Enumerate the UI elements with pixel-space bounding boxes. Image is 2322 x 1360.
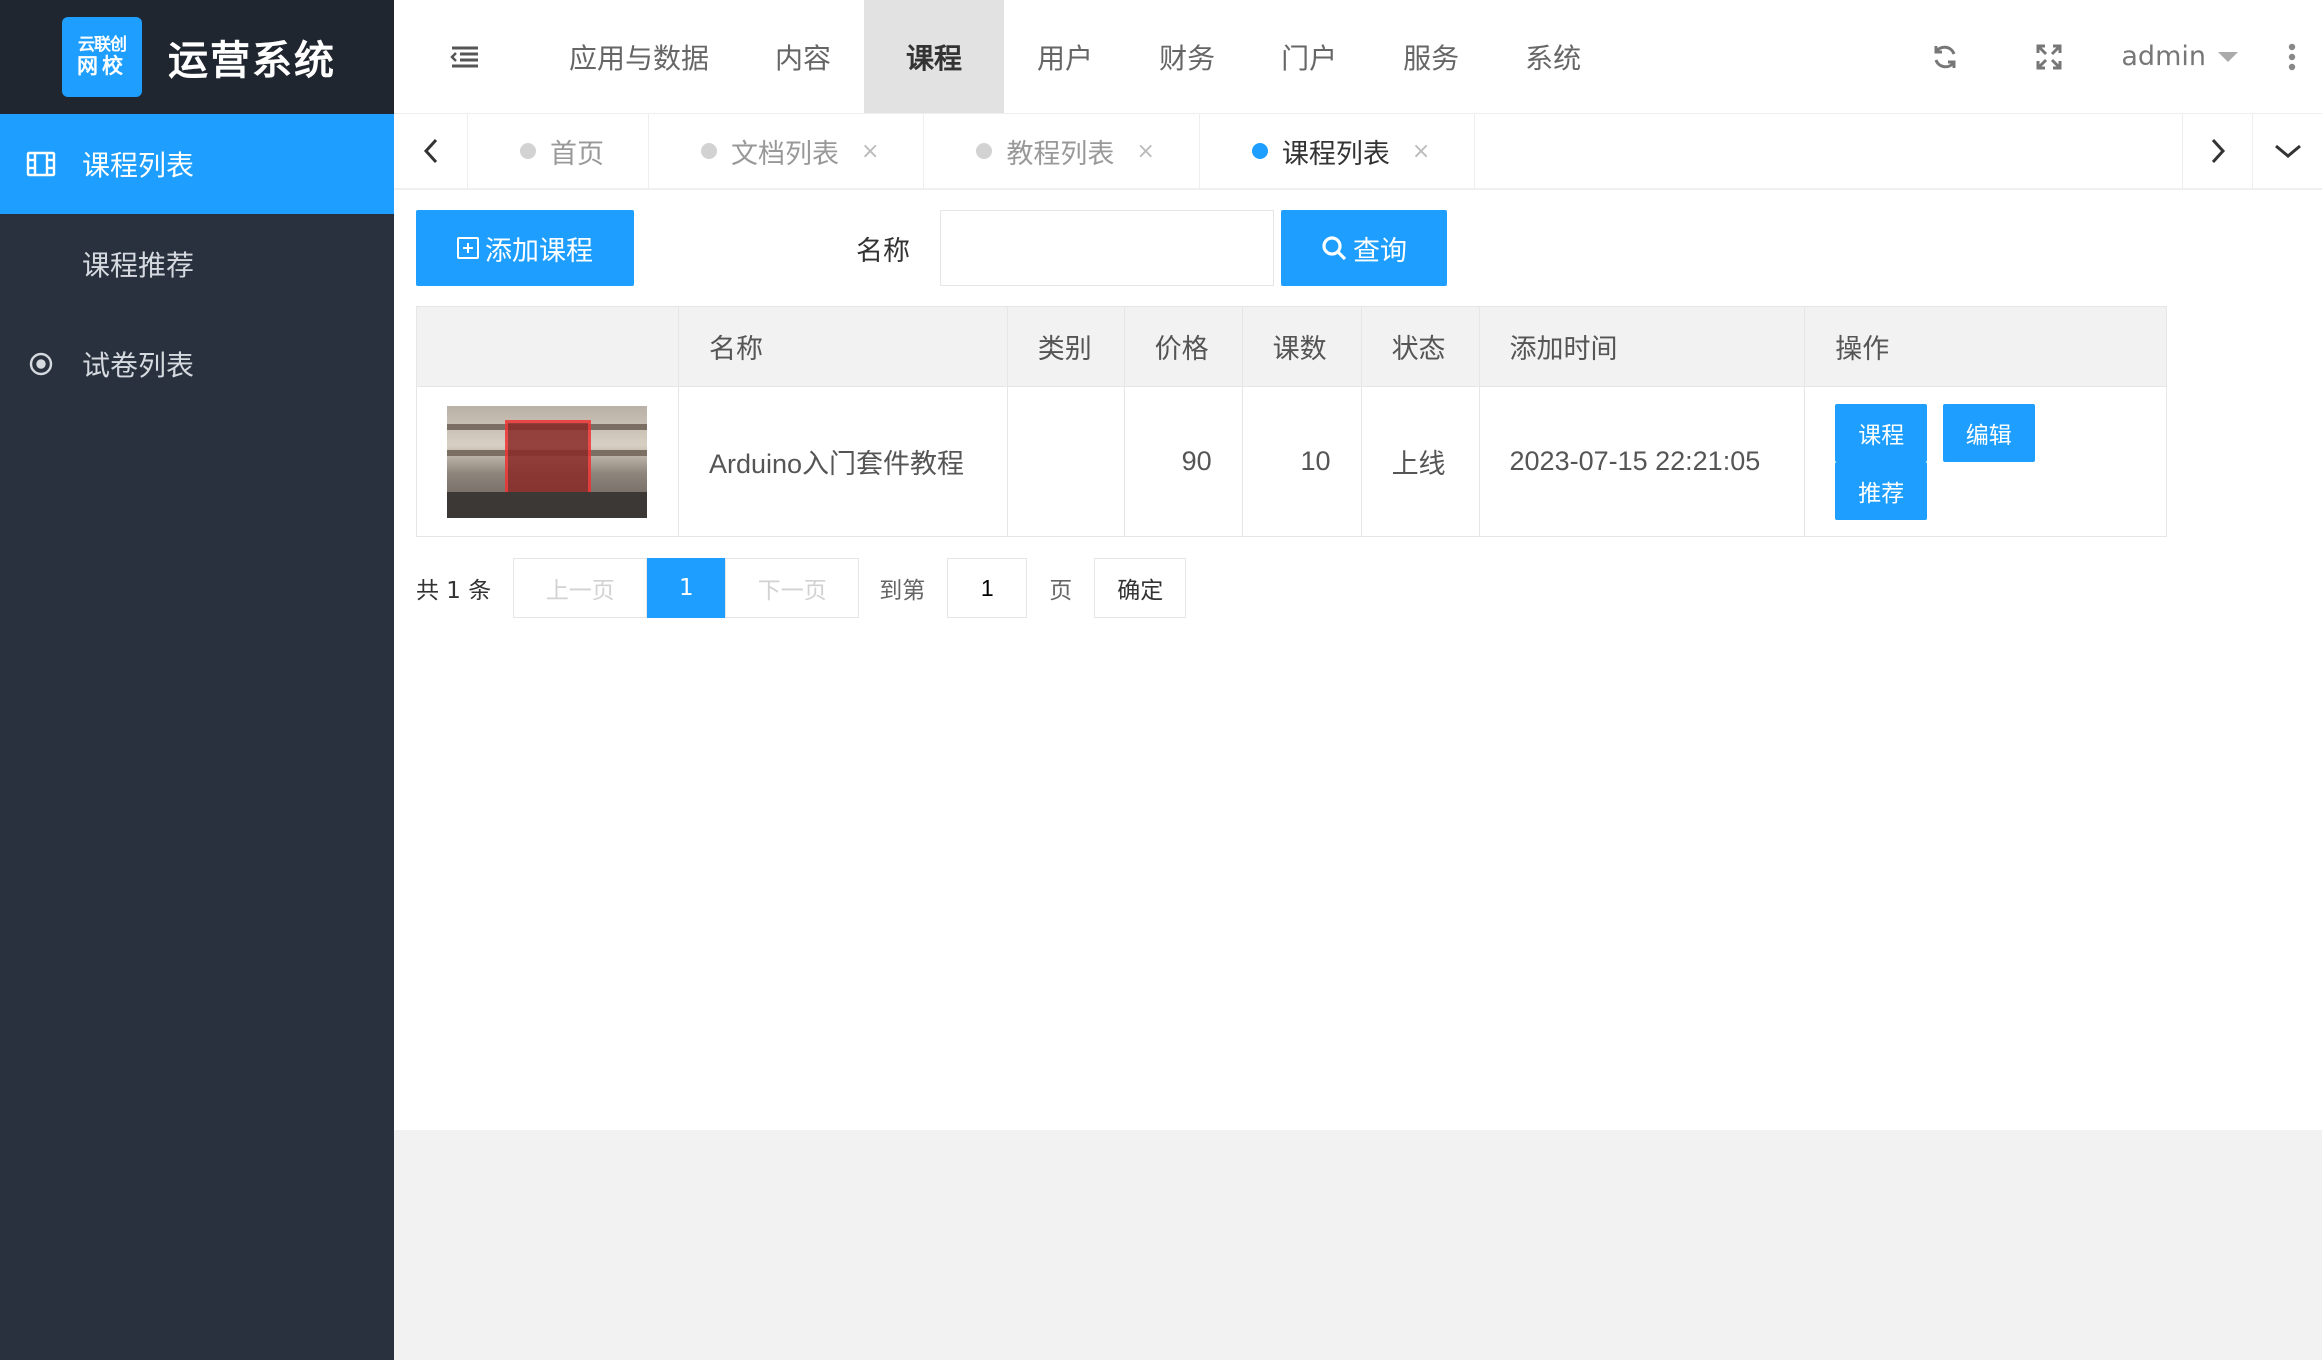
query-button[interactable]: 查询 (1281, 210, 1447, 286)
top-menu: 应用与数据 内容 课程 用户 财务 门户 服务 系统 (536, 0, 1614, 113)
logo-line-1: 云联创 (78, 35, 127, 56)
current-page-button[interactable]: 1 (647, 558, 726, 618)
cell-category (1006, 386, 1125, 537)
tab-label: 课程列表 (1281, 138, 1390, 170)
course-thumbnail-image[interactable] (447, 405, 647, 518)
tab-dot-icon (701, 143, 717, 159)
course-lessons-button[interactable]: 课程 (1835, 403, 1928, 462)
tab-course-list[interactable]: 课程列表 × (1200, 114, 1476, 188)
fullscreen-icon[interactable] (1997, 43, 2101, 71)
refresh-icon[interactable] (1893, 43, 1997, 71)
sidebar-item-label: 课程推荐 (82, 249, 195, 282)
tab-dot-icon (1251, 143, 1268, 159)
recommend-button[interactable]: 推荐 (1835, 461, 1928, 520)
tabs-right-controls (2182, 114, 2322, 188)
close-icon[interactable]: × (861, 139, 879, 164)
user-menu[interactable]: admin (2101, 41, 2258, 72)
tabs-prev-chevron-left-icon[interactable] (394, 114, 468, 188)
tab-doc-list[interactable]: 文档列表 × (649, 114, 925, 188)
tab-dot-icon (976, 143, 993, 159)
top-menu-portal[interactable]: 门户 (1248, 0, 1370, 113)
sidebar-item-exam-list[interactable]: 试卷列表 (0, 314, 394, 414)
tab-label: 文档列表 (731, 138, 839, 170)
user-name: admin (2121, 41, 2206, 72)
film-icon (0, 151, 82, 177)
cell-actions: 课程 编辑 推荐 (1804, 386, 2167, 537)
cell-added-time: 2023-07-15 22:21:05 (1478, 386, 1806, 537)
main-content: 添加课程 名称 查询 名称 类别 价格 课数 状态 添加时间 操作 Arduin… (394, 190, 2322, 1130)
pagination: 共 1 条 上一页 1 下一页 到第 页 确定 (416, 558, 1187, 618)
top-right-tools: admin (1893, 0, 2322, 113)
top-menu-course[interactable]: 课程 (864, 0, 1005, 113)
sidebar-item-label: 课程列表 (82, 149, 195, 182)
add-course-button[interactable]: 添加课程 (416, 210, 634, 286)
col-header-category: 类别 (1006, 306, 1125, 387)
cell-status: 上线 (1360, 386, 1480, 537)
sidebar-item-course-recommend[interactable]: 课程推荐 (0, 214, 394, 314)
target-icon (0, 351, 82, 377)
cell-name: Arduino入门套件教程 (677, 386, 1008, 537)
tab-dot-icon (520, 143, 536, 159)
query-label: 查询 (1353, 235, 1407, 267)
goto-label: 到第 (879, 578, 926, 604)
goto-page-input[interactable] (947, 558, 1028, 618)
col-header-name: 名称 (677, 306, 1008, 387)
edit-button[interactable]: 编辑 (1942, 403, 2035, 462)
table-header-row: 名称 类别 价格 课数 状态 添加时间 操作 (416, 306, 2167, 387)
close-icon[interactable]: × (1412, 139, 1430, 164)
cell-lessons: 10 (1241, 386, 1362, 537)
add-course-label: 添加课程 (485, 235, 593, 267)
col-header-status: 状态 (1360, 306, 1480, 387)
tab-label: 教程列表 (1006, 138, 1115, 170)
app-title: 运营系统 (168, 38, 336, 84)
tabs-menu-chevron-down-icon[interactable] (2252, 114, 2322, 188)
search-icon (1322, 236, 1347, 261)
col-header-actions: 操作 (1804, 306, 2167, 387)
tabs-next-chevron-right-icon[interactable] (2182, 114, 2252, 188)
menu-toggle-icon[interactable] (394, 0, 536, 113)
more-vertical-icon[interactable] (2258, 43, 2302, 71)
sidebar-item-course-list[interactable]: 课程列表 (0, 114, 394, 214)
caret-down-icon (2218, 51, 2238, 62)
tabs-bar: 首页 文档列表 × 教程列表 × 课程列表 × (394, 114, 2322, 190)
tab-label: 首页 (550, 138, 604, 170)
plus-square-icon (457, 237, 479, 259)
top-menu-system[interactable]: 系统 (1492, 0, 1614, 113)
logo-line-2: 网校 (77, 53, 127, 78)
logo[interactable]: 云联创 网校 (62, 17, 142, 97)
prev-page-button[interactable]: 上一页 (513, 558, 648, 618)
close-icon[interactable]: × (1136, 139, 1154, 164)
tab-tutorial-list[interactable]: 教程列表 × (924, 114, 1200, 188)
page-unit-label: 页 (1049, 578, 1073, 604)
top-menu-users[interactable]: 用户 (1004, 0, 1126, 113)
sidebar: 云联创 网校 运营系统 课程列表 课程推荐 试卷列表 (0, 0, 394, 1360)
logo-bar: 云联创 网校 运营系统 (0, 0, 394, 114)
course-table: 名称 类别 价格 课数 状态 添加时间 操作 Arduino入门套件教程 90 … (416, 306, 2167, 537)
search-label: 名称 (856, 235, 910, 267)
sidebar-item-label: 试卷列表 (82, 349, 195, 382)
cell-price: 90 (1123, 386, 1243, 537)
table-row: Arduino入门套件教程 90 10 上线 2023-07-15 22:21:… (416, 386, 2167, 537)
col-header-lessons: 课数 (1241, 306, 1362, 387)
next-page-button[interactable]: 下一页 (725, 558, 860, 618)
top-bar: 应用与数据 内容 课程 用户 财务 门户 服务 系统 admin (394, 0, 2322, 114)
confirm-goto-button[interactable]: 确定 (1094, 558, 1187, 618)
col-header-thumb (416, 306, 679, 387)
cell-thumb (416, 386, 679, 537)
top-menu-finance[interactable]: 财务 (1126, 0, 1248, 113)
name-search-input[interactable] (940, 210, 1274, 286)
pagination-total: 共 1 条 (416, 578, 492, 604)
top-menu-content[interactable]: 内容 (742, 0, 864, 113)
col-header-price: 价格 (1123, 306, 1243, 387)
top-menu-services[interactable]: 服务 (1370, 0, 1492, 113)
toolbar: 添加课程 名称 查询 (416, 210, 1447, 286)
top-menu-apps-data[interactable]: 应用与数据 (536, 0, 742, 113)
col-header-added-time: 添加时间 (1478, 306, 1806, 387)
tab-home[interactable]: 首页 (468, 114, 649, 188)
